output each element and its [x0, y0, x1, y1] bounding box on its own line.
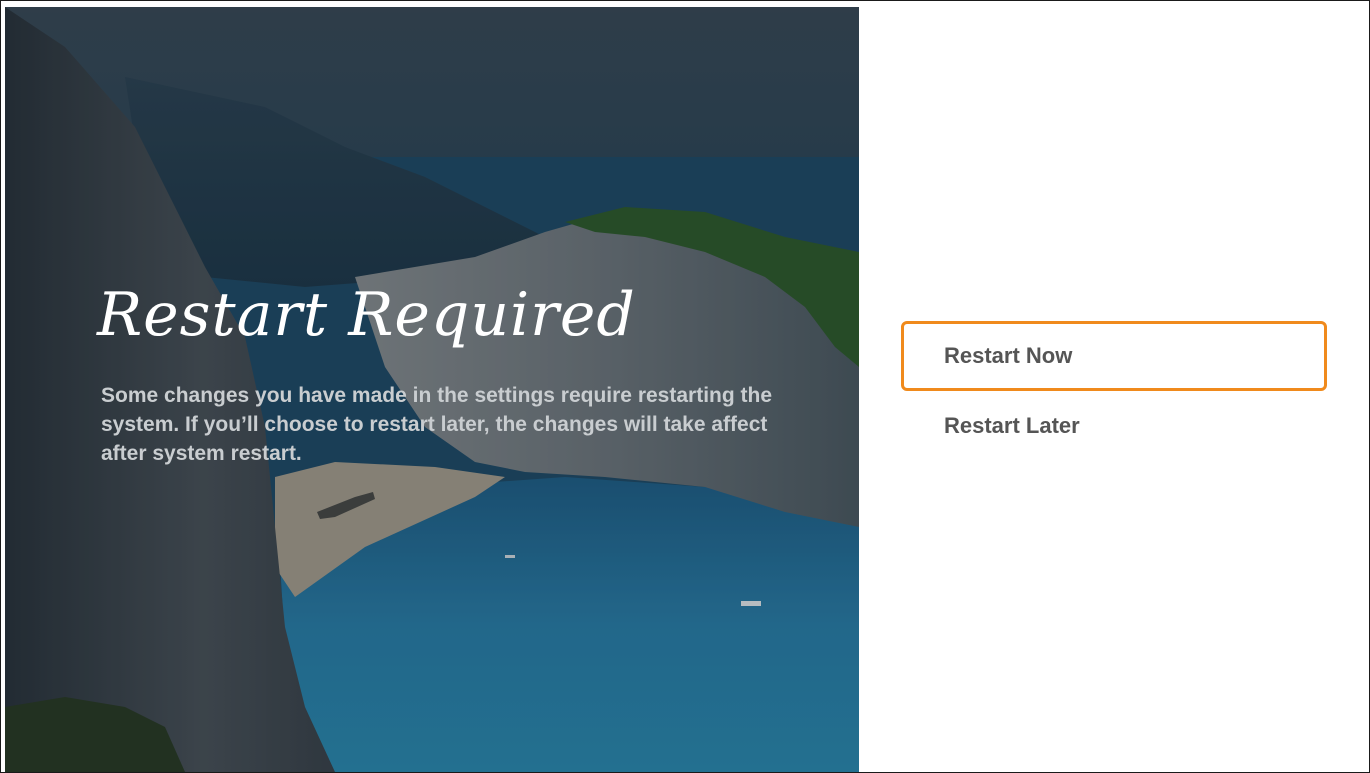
restart-options-list: Restart Now Restart Later: [901, 321, 1327, 461]
background-photo: Restart Required Some changes you have m…: [5, 7, 859, 772]
restart-now-label: Restart Now: [944, 343, 1073, 368]
restart-later-button[interactable]: Restart Later: [901, 391, 1327, 461]
restart-now-button[interactable]: Restart Now: [901, 321, 1327, 391]
restart-later-label: Restart Later: [944, 413, 1080, 438]
dialog-title: Restart Required: [97, 280, 636, 350]
dialog-message: Some changes you have made in the settin…: [101, 384, 773, 465]
restart-dialog-screen: Restart Required Some changes you have m…: [0, 0, 1370, 773]
